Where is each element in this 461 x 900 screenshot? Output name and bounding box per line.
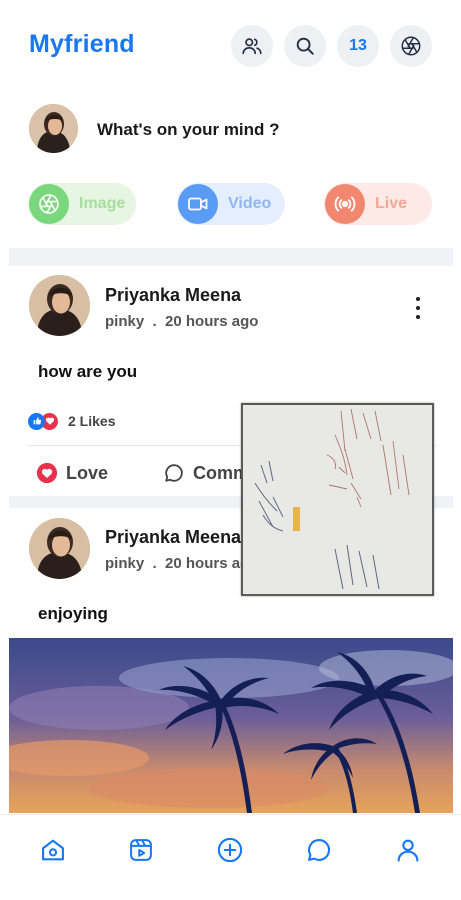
- friends-button[interactable]: [231, 25, 273, 67]
- search-button[interactable]: [284, 25, 326, 67]
- floating-note-image[interactable]: [241, 403, 434, 596]
- post-meta: pinky . 20 hours ago: [105, 313, 258, 330]
- live-icon: [325, 184, 365, 224]
- post-meta: pinky . 20 hours ago: [105, 555, 258, 572]
- nav-home[interactable]: [38, 835, 68, 865]
- media-buttons-row: Image Video Live: [0, 183, 461, 227]
- nav-profile[interactable]: [393, 835, 423, 865]
- author-name[interactable]: Priyanka Meena: [105, 285, 241, 306]
- more-options-button[interactable]: [410, 297, 426, 319]
- meta-separator: .: [152, 555, 157, 572]
- app-header: Myfriend 13: [0, 18, 461, 74]
- section-divider: [9, 248, 453, 266]
- author-avatar[interactable]: [29, 275, 90, 336]
- live-label: Live: [375, 195, 408, 212]
- post-composer[interactable]: What's on your mind ?: [0, 96, 461, 166]
- post-text: how are you: [38, 362, 138, 381]
- search-icon: [296, 37, 314, 55]
- heart-icon: [36, 462, 58, 484]
- nav-chat[interactable]: [304, 835, 334, 865]
- aperture-icon: [401, 36, 421, 56]
- comment-icon: [165, 464, 183, 482]
- love-label: Love: [66, 462, 109, 483]
- author-username: pinky: [105, 313, 145, 330]
- like-reaction-icon: [28, 412, 45, 430]
- meta-separator: .: [152, 313, 157, 330]
- video-button[interactable]: Video: [177, 183, 285, 225]
- author-avatar[interactable]: [29, 518, 90, 579]
- post-time: 20 hours ago: [165, 313, 259, 330]
- nav-reels[interactable]: [126, 835, 156, 865]
- image-icon: [29, 184, 69, 224]
- reels-icon: [130, 839, 152, 861]
- author-username: pinky: [105, 555, 145, 572]
- video-icon: [178, 184, 218, 224]
- status-bar: [0, 0, 461, 10]
- video-label: Video: [228, 195, 272, 212]
- user-avatar[interactable]: [29, 104, 78, 153]
- image-button[interactable]: Image: [28, 183, 136, 225]
- love-button[interactable]: Love: [36, 461, 108, 485]
- bottom-navigation: [0, 814, 461, 900]
- likes-count: 2 Likes: [68, 413, 116, 429]
- author-name[interactable]: Priyanka Meena: [105, 527, 241, 548]
- brand-logo[interactable]: Myfriend: [29, 30, 135, 59]
- nav-add[interactable]: [215, 835, 245, 865]
- home-icon: [42, 839, 64, 861]
- aperture-button[interactable]: [390, 25, 432, 67]
- likes-summary[interactable]: 2 Likes: [28, 412, 115, 430]
- notification-count: 13: [349, 37, 367, 54]
- add-icon: [217, 837, 243, 863]
- image-label: Image: [79, 195, 126, 212]
- post-text: enjoying: [38, 604, 108, 623]
- profile-icon: [397, 839, 419, 862]
- composer-prompt[interactable]: What's on your mind ?: [97, 120, 280, 140]
- friends-icon: [242, 38, 262, 55]
- post-photo[interactable]: [9, 638, 453, 813]
- live-button[interactable]: Live: [324, 183, 432, 225]
- notification-count-button[interactable]: 13: [337, 25, 379, 67]
- chat-icon: [308, 839, 331, 861]
